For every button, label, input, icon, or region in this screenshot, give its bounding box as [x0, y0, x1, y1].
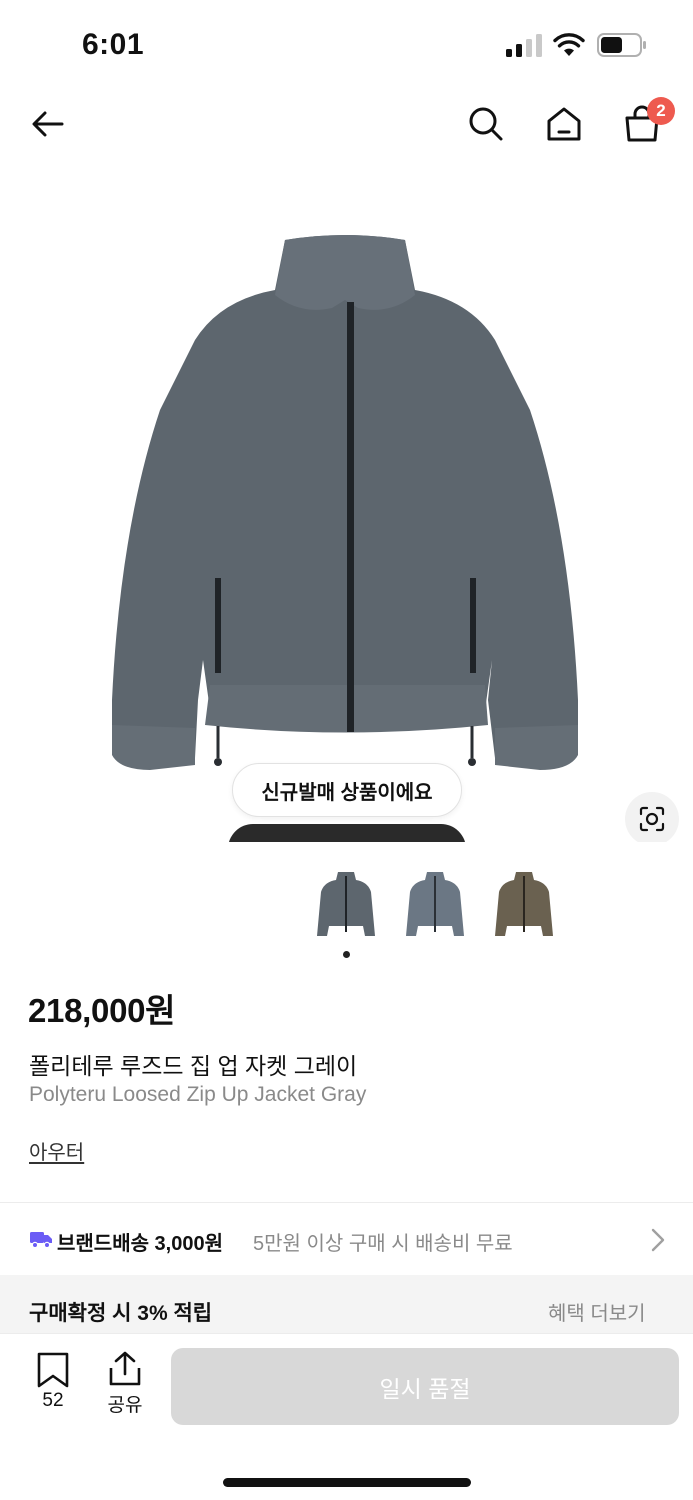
bottom-action-bar: 52 공유 일시 품절 [0, 1333, 693, 1500]
bookmark-icon [37, 1352, 69, 1388]
product-name-korean: 폴리테루 루즈드 집 업 자켓 그레이 [29, 1053, 358, 1079]
bookmark-count: 52 [42, 1390, 64, 1411]
search-button[interactable] [464, 102, 508, 146]
image-search-button[interactable] [625, 792, 679, 842]
shipping-fee-label: 브랜드배송 3,000원 [57, 1233, 224, 1255]
cart-count-badge: 2 [647, 97, 675, 125]
camera-lens-icon [639, 806, 665, 832]
status-time: 6:01 [82, 28, 145, 61]
arrow-left-icon [32, 111, 64, 137]
home-icon [547, 107, 581, 141]
free-shipping-note: 5만원 이상 구매 시 배송비 무료 [253, 1233, 513, 1255]
status-bar: 6:01 [0, 0, 693, 90]
thumbnail-gray[interactable] [313, 866, 379, 944]
cellular-signal-icon [506, 34, 542, 57]
thumbnail-blue-gray[interactable] [402, 866, 468, 944]
wifi-icon [553, 33, 585, 56]
share-icon [109, 1351, 141, 1386]
sold-out-button[interactable]: 일시 품절 [171, 1348, 679, 1425]
top-navigation [0, 90, 693, 160]
reward-points-label: 구매확정 시 3% 적립 [29, 1302, 213, 1325]
home-button[interactable] [542, 102, 586, 146]
product-image-jacket [112, 235, 578, 770]
color-thumbnails [0, 860, 693, 950]
new-release-badge: 신규발매 상품이에요 [232, 763, 462, 817]
back-button[interactable] [26, 102, 70, 146]
thumbnail-brown[interactable] [491, 866, 557, 944]
product-name-english: Polyteru Loosed Zip Up Jacket Gray [29, 1083, 367, 1106]
search-icon [469, 107, 503, 141]
more-benefits-link[interactable]: 혜택 더보기 [548, 1297, 646, 1326]
carousel-page-indicator [343, 951, 350, 958]
benefit-row: 구매확정 시 3% 적립 혜택 더보기 [0, 1275, 693, 1333]
overlay-pill[interactable] [228, 824, 466, 842]
truck-icon [30, 1232, 52, 1249]
category-link[interactable]: 아우터 [29, 1136, 84, 1165]
product-image-carousel[interactable]: 신규발매 상품이에요 [0, 170, 693, 842]
home-indicator[interactable] [223, 1478, 471, 1487]
product-price: 218,000원 [28, 992, 176, 1029]
chevron-right-icon [651, 1228, 665, 1252]
shipping-info-row[interactable]: 브랜드배송 3,000원 5만원 이상 구매 시 배송비 무료 [0, 1203, 693, 1275]
battery-icon [597, 33, 646, 57]
share-label: 공유 [107, 1395, 143, 1416]
